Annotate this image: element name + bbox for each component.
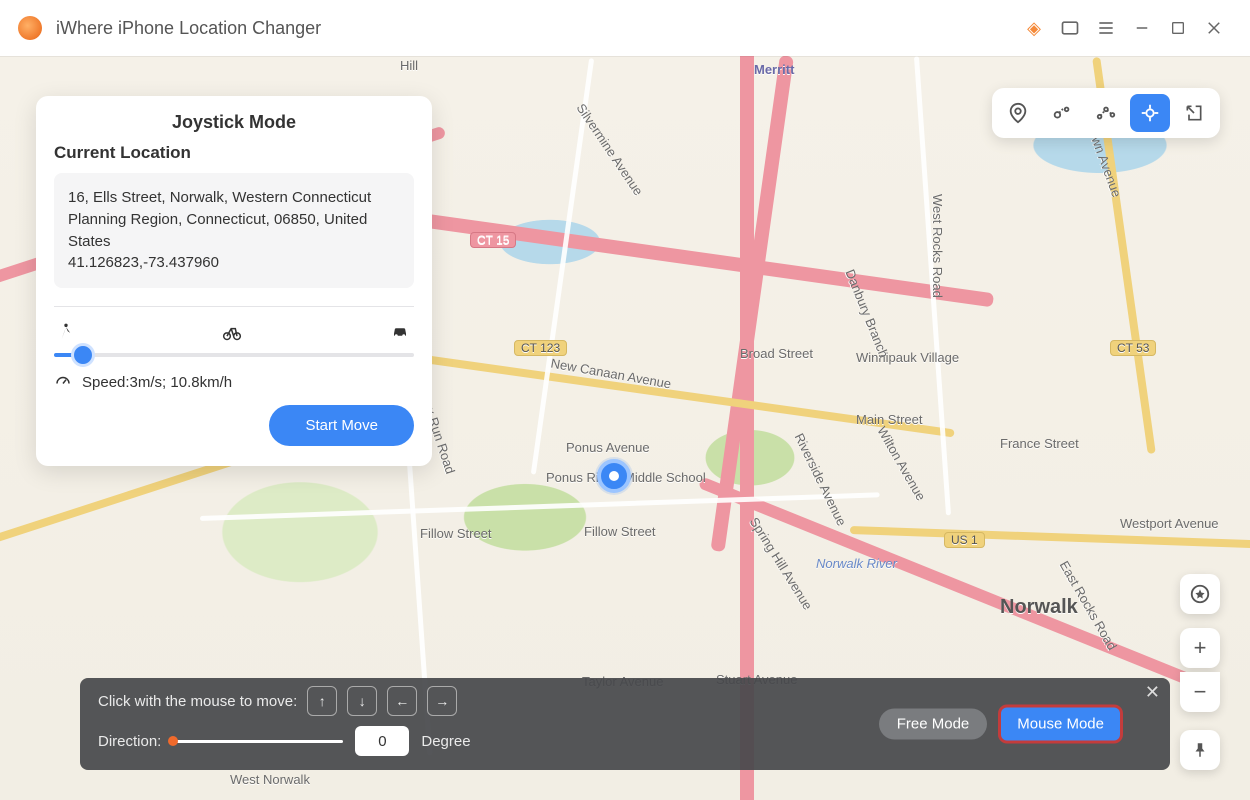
gauge-icon xyxy=(54,373,72,391)
one-stop-mode-icon[interactable] xyxy=(1042,94,1082,132)
direction-label: Direction: xyxy=(98,733,161,750)
teleport-mode-icon[interactable] xyxy=(998,94,1038,132)
speed-slider[interactable] xyxy=(54,353,414,357)
arrow-left-button[interactable]: ← xyxy=(387,686,417,716)
mode-toolbar xyxy=(992,88,1220,138)
zoom-out-button[interactable]: − xyxy=(1180,672,1220,712)
speed-text: Speed:3m/s; 10.8km/h xyxy=(82,374,232,391)
map-label: West Norwalk xyxy=(230,772,310,787)
slider-thumb[interactable] xyxy=(71,343,95,367)
map-label: Riverside Avenue xyxy=(792,431,850,528)
location-pin-icon[interactable] xyxy=(597,459,631,493)
direction-slider[interactable] xyxy=(173,740,343,743)
favorites-button[interactable] xyxy=(1180,574,1220,614)
joystick-mode-icon[interactable] xyxy=(1130,94,1170,132)
pin-toggle-button[interactable] xyxy=(1180,730,1220,770)
bike-icon[interactable] xyxy=(220,322,244,342)
coordinates-text: 41.126823,-73.437960 xyxy=(68,252,400,274)
close-button[interactable] xyxy=(1196,10,1232,46)
location-display: 16, Ells Street, Norwalk, Western Connec… xyxy=(54,173,414,288)
minimize-button[interactable] xyxy=(1124,10,1160,46)
menu-icon[interactable] xyxy=(1088,10,1124,46)
free-mode-button[interactable]: Free Mode xyxy=(879,709,988,740)
arrow-down-button[interactable]: ↓ xyxy=(347,686,377,716)
map-label: Winnipauk Village xyxy=(856,350,959,365)
map-label: Wilton Avenue xyxy=(874,424,928,503)
close-bar-icon[interactable]: ✕ xyxy=(1145,682,1160,703)
address-text: 16, Ells Street, Norwalk, Western Connec… xyxy=(68,187,400,252)
movement-control-bar: ✕ Click with the mouse to move: ↑ ↓ ← → … xyxy=(80,678,1170,770)
panel-title: Joystick Mode xyxy=(54,112,414,133)
speed-mode-row xyxy=(54,321,414,343)
map-label: Hill xyxy=(400,58,418,73)
maximize-button[interactable] xyxy=(1160,10,1196,46)
mouse-mode-button[interactable]: Mouse Mode xyxy=(1001,708,1120,741)
map-label: Westport Avenue xyxy=(1120,516,1219,531)
joystick-panel: Joystick Mode Current Location 16, Ells … xyxy=(36,96,432,466)
map-shield: CT 123 xyxy=(514,340,567,356)
multi-stop-mode-icon[interactable] xyxy=(1086,94,1126,132)
map-label: France Street xyxy=(1000,436,1079,451)
map-label: Fillow Street xyxy=(584,524,656,539)
arrow-up-button[interactable]: ↑ xyxy=(307,686,337,716)
car-icon[interactable] xyxy=(388,323,412,341)
app-title: iWhere iPhone Location Changer xyxy=(56,18,321,39)
premium-icon[interactable]: ◈ xyxy=(1016,10,1052,46)
zoom-in-button[interactable]: + xyxy=(1180,628,1220,668)
arrow-right-button[interactable]: → xyxy=(427,686,457,716)
degree-input[interactable] xyxy=(355,726,409,756)
titlebar: iWhere iPhone Location Changer ◈ xyxy=(0,0,1250,56)
degree-unit-label: Degree xyxy=(421,733,470,750)
map-label: Fillow Street xyxy=(420,526,492,541)
move-hint-text: Click with the mouse to move: xyxy=(98,693,297,710)
feedback-icon[interactable] xyxy=(1052,10,1088,46)
start-move-button[interactable]: Start Move xyxy=(269,405,414,446)
app-logo-icon xyxy=(18,16,42,40)
export-icon[interactable] xyxy=(1174,94,1214,132)
current-location-label: Current Location xyxy=(54,143,414,163)
map-label: Ponus Avenue xyxy=(566,440,650,455)
walk-icon[interactable] xyxy=(56,321,76,343)
